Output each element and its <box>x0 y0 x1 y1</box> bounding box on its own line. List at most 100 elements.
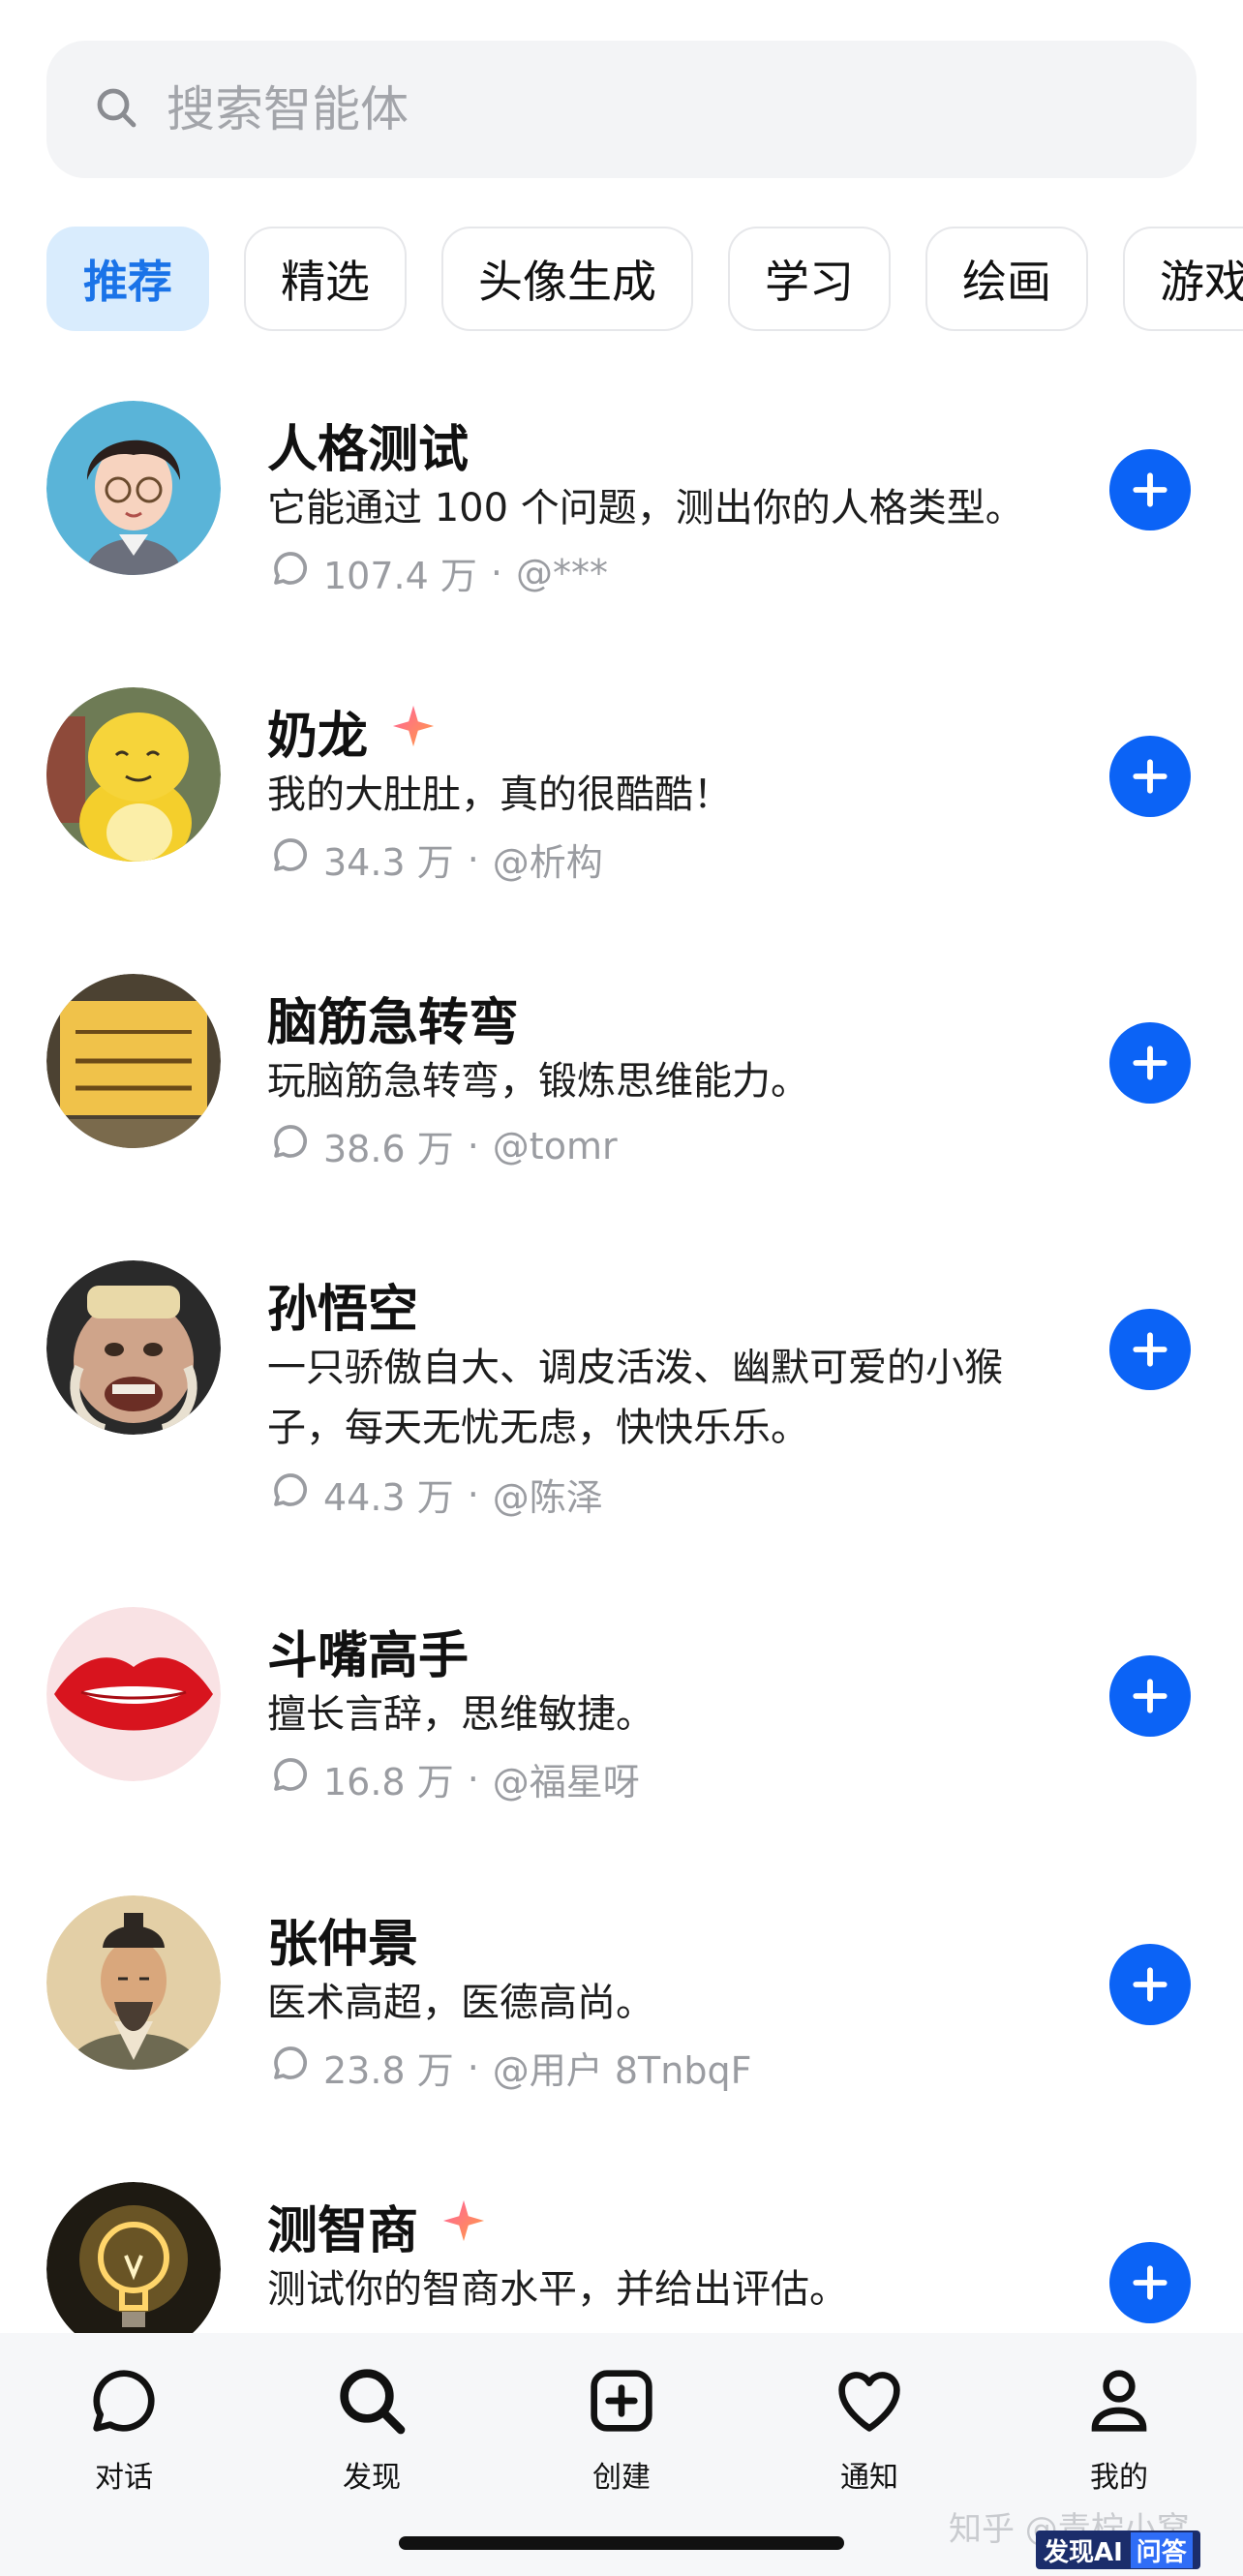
agent-meta: 23.8 万 · @用户 8TnbqF <box>271 2041 751 2094</box>
list-item[interactable]: 测智商 测试你的智商水平，并给出评估。 <box>0 2182 1243 2356</box>
home-indicator[interactable] <box>399 2536 844 2550</box>
agent-description: 玩脑筋急转弯，锻炼思维能力。 <box>267 1059 809 1104</box>
nav-discover[interactable]: 发现 <box>294 2362 449 2496</box>
comment-bubble-icon <box>271 549 310 596</box>
nav-profile[interactable]: 我的 <box>1042 2362 1197 2496</box>
list-item[interactable]: 奶龙 我的大肚肚，真的很酷酷！ 34.3 万 · @析构 <box>0 687 1243 900</box>
avatar <box>46 1607 221 1781</box>
author-handle: @福星呀 <box>492 1761 640 1803</box>
nav-label: 发现 <box>343 2461 401 2495</box>
plus-icon <box>1133 759 1167 794</box>
meta-separator: · <box>467 1124 479 1167</box>
agent-description: 一只骄傲自大、调皮活泼、幽默可爱的小猴子，每天无忧无虑，快快乐乐。 <box>267 1346 1003 1450</box>
add-agent-button[interactable] <box>1109 2242 1191 2323</box>
search-icon <box>93 84 139 135</box>
comment-bubble-icon <box>271 2044 310 2091</box>
agent-meta: 38.6 万 · @tomr <box>271 1119 618 1172</box>
agent-meta: 16.8 万 · @福星呀 <box>271 1752 640 1805</box>
chat-bubble-icon <box>85 2362 163 2447</box>
add-agent-button[interactable] <box>1109 1655 1191 1737</box>
agent-description: 医术高超，医德高尚。 <box>267 1981 654 2025</box>
usage-count: 44.3 万 <box>323 1476 454 1519</box>
tab-drawing[interactable]: 绘画 <box>925 227 1088 331</box>
tab-avatar-generation[interactable]: 头像生成 <box>441 227 693 331</box>
usage-count: 16.8 万 <box>323 1761 454 1803</box>
usage-count: 34.3 万 <box>323 841 454 884</box>
plus-icon <box>1133 1679 1167 1713</box>
add-agent-button[interactable] <box>1109 1022 1191 1104</box>
agent-meta: 34.3 万 · @析构 <box>271 833 603 886</box>
plus-icon <box>1133 472 1167 507</box>
meta-separator: · <box>467 2046 479 2089</box>
heart-icon <box>831 2362 908 2447</box>
avatar <box>46 687 221 862</box>
agent-name: 张仲景 <box>267 1916 419 1974</box>
agent-name: 人格测试 <box>267 421 470 479</box>
agent-description: 我的大肚肚，真的很酷酷！ <box>267 773 732 817</box>
search-bar[interactable] <box>46 41 1197 178</box>
meta-separator: · <box>490 551 502 594</box>
nav-chat[interactable]: 对话 <box>46 2362 201 2496</box>
agent-name: 斗嘴高手 <box>267 1627 470 1685</box>
list-item[interactable]: 斗嘴高手 擅长言辞，思维敏捷。 16.8 万 · @福星呀 <box>0 1607 1243 1820</box>
nav-label: 我的 <box>1090 2461 1148 2495</box>
search-input[interactable] <box>167 81 1038 137</box>
list-item[interactable]: 人格测试 它能通过 100 个问题，测出你的人格类型。 107.4 万 · @*… <box>0 401 1243 614</box>
sparkle-icon <box>391 703 436 761</box>
tab-recommended[interactable]: 推荐 <box>46 227 209 331</box>
avatar <box>46 1260 221 1435</box>
nav-notifications[interactable]: 通知 <box>792 2362 947 2496</box>
meta-separator: · <box>467 1757 479 1801</box>
comment-bubble-icon <box>271 1470 310 1518</box>
author-handle: @*** <box>515 551 608 594</box>
avatar <box>46 401 221 575</box>
list-item[interactable]: 张仲景 医术高超，医德高尚。 23.8 万 · @用户 8TnbqF <box>0 1895 1243 2108</box>
agent-name: 脑筋急转弯 <box>267 994 520 1052</box>
plus-icon <box>1133 1332 1167 1367</box>
comment-bubble-icon <box>271 1122 310 1169</box>
nav-label: 创建 <box>592 2461 651 2495</box>
agent-name: 测智商 <box>267 2202 419 2260</box>
author-handle: @陈泽 <box>492 1476 603 1519</box>
author-handle: @用户 8TnbqF <box>492 2049 752 2092</box>
plus-icon <box>1133 1967 1167 2002</box>
agent-description: 测试你的智商水平，并给出评估。 <box>267 2267 848 2312</box>
search-icon <box>333 2362 410 2447</box>
usage-count: 38.6 万 <box>323 1128 454 1170</box>
nav-label: 通知 <box>840 2461 898 2495</box>
author-handle: @tomr <box>492 1124 618 1167</box>
site-badge: 发现AI 问答 <box>1036 2531 1200 2569</box>
app-page: 推荐 精选 头像生成 学习 绘画 游戏 人格测试 <box>0 0 1243 2576</box>
agent-description: 它能通过 100 个问题，测出你的人格类型。 <box>267 486 1024 530</box>
badge-right: 问答 <box>1130 2531 1193 2568</box>
comment-bubble-icon <box>271 835 310 883</box>
agent-meta: 44.3 万 · @陈泽 <box>271 1468 603 1521</box>
badge-left: 发现AI <box>1044 2537 1123 2567</box>
plus-square-icon <box>583 2362 660 2447</box>
add-agent-button[interactable] <box>1109 736 1191 817</box>
usage-count: 23.8 万 <box>323 2049 454 2092</box>
meta-separator: · <box>467 837 479 881</box>
nav-label: 对话 <box>95 2461 153 2495</box>
list-item[interactable]: 脑筋急转弯 玩脑筋急转弯，锻炼思维能力。 38.6 万 · @tomr <box>0 974 1243 1187</box>
add-agent-button[interactable] <box>1109 449 1191 530</box>
comment-bubble-icon <box>271 1755 310 1803</box>
add-agent-button[interactable] <box>1109 1944 1191 2025</box>
avatar <box>46 974 221 1148</box>
author-handle: @析构 <box>492 841 603 884</box>
agent-meta: 107.4 万 · @*** <box>271 546 608 599</box>
avatar <box>46 2182 221 2356</box>
usage-count: 107.4 万 <box>323 555 477 597</box>
person-icon <box>1080 2362 1158 2447</box>
tab-featured[interactable]: 精选 <box>244 227 407 331</box>
category-tabs: 推荐 精选 头像生成 学习 绘画 游戏 <box>46 227 1243 331</box>
agent-name: 奶龙 <box>267 708 369 766</box>
tab-study[interactable]: 学习 <box>728 227 891 331</box>
add-agent-button[interactable] <box>1109 1309 1191 1390</box>
meta-separator: · <box>467 1472 479 1516</box>
list-item[interactable]: 孙悟空 一只骄傲自大、调皮活泼、幽默可爱的小猴子，每天无忧无虑，快快乐乐。 44… <box>0 1260 1243 1541</box>
agent-description: 擅长言辞，思维敏捷。 <box>267 1692 654 1737</box>
sparkle-icon <box>441 2197 486 2256</box>
tab-games[interactable]: 游戏 <box>1123 227 1243 331</box>
nav-create[interactable]: 创建 <box>544 2362 699 2496</box>
